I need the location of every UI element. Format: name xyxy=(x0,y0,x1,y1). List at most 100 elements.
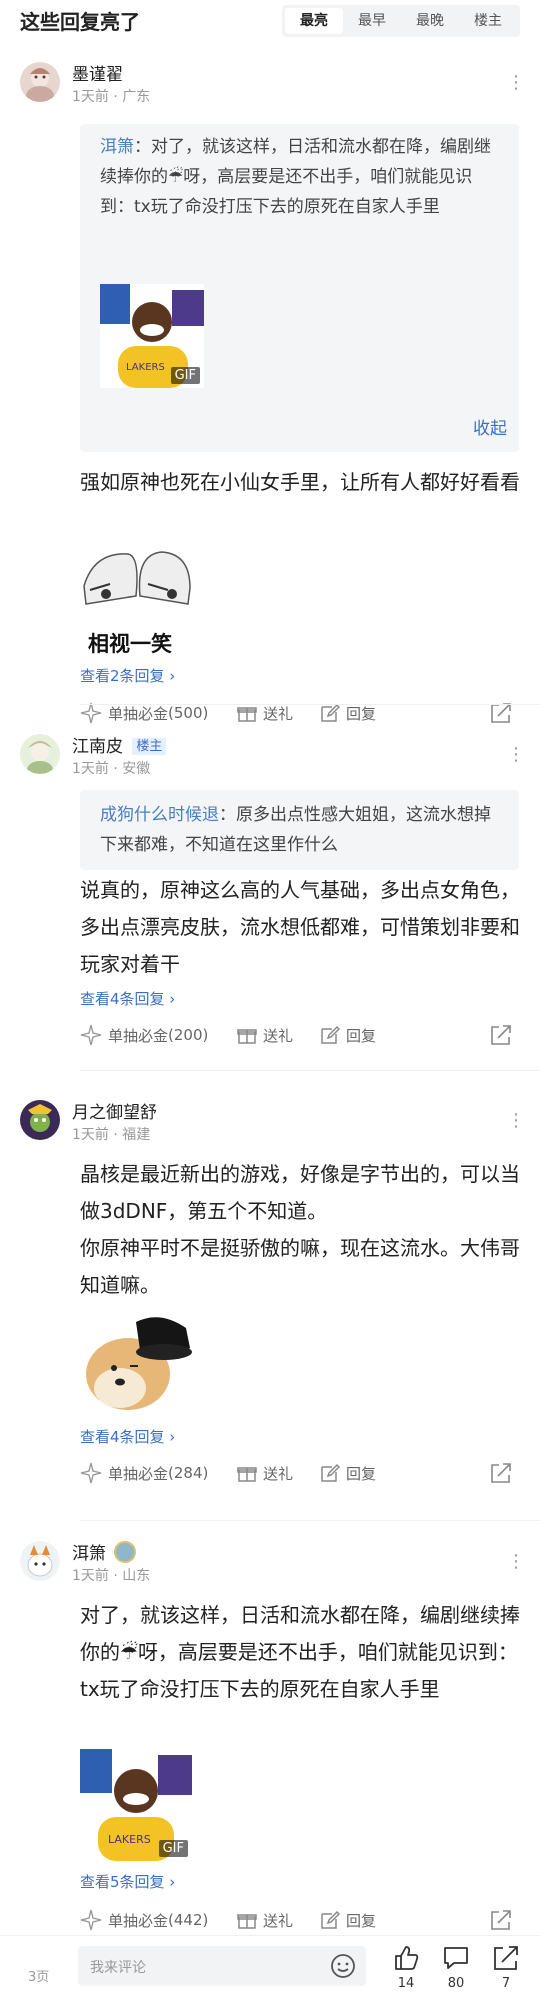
tab-brightest[interactable]: 最亮 xyxy=(285,8,343,34)
gold-label: 单抽必金 xyxy=(108,1464,169,1483)
gift-button[interactable]: 送礼 xyxy=(237,1907,293,1933)
username-text[interactable]: 洱箫 xyxy=(72,1544,106,1564)
page-indicator[interactable]: 3页 xyxy=(28,1966,49,1985)
like-count: 14 xyxy=(397,1976,415,1991)
gift-button[interactable]: 送礼 xyxy=(237,1460,293,1486)
view-replies-link[interactable]: 查看2条回复 › xyxy=(80,665,175,686)
comment-meta: 1天前 · 广东 xyxy=(72,86,150,106)
tab-latest[interactable]: 最晚 xyxy=(401,8,459,34)
meta-separator: · xyxy=(113,1127,123,1143)
edit-icon xyxy=(321,1910,340,1929)
comment-input-placeholder: 我来评论 xyxy=(90,1960,146,1976)
meta-separator: · xyxy=(113,89,123,105)
gift-label: 送礼 xyxy=(263,1464,294,1483)
comment-time: 1天前 xyxy=(72,761,109,777)
reply-button[interactable]: 回复 xyxy=(320,1907,376,1933)
quoted-reply[interactable]: 洱箫：对了，就该这样，日活和流水都在降，编剧继续捧你的☔呀，高层要是还不出手，咱… xyxy=(80,124,519,452)
quote-separator: ： xyxy=(134,137,151,157)
gift-label: 送礼 xyxy=(263,1026,294,1045)
tab-op-only[interactable]: 楼主 xyxy=(459,8,517,34)
comments-button[interactable]: 80 xyxy=(438,1944,474,1991)
lebron-gif-sticker[interactable]: LAKERS GIF xyxy=(100,284,204,388)
quote-author[interactable]: 洱箫 xyxy=(100,137,134,157)
share-button[interactable] xyxy=(490,1907,518,1933)
comment-meta: 1天前 · 山东 xyxy=(72,1565,150,1585)
comment-time: 1天前 xyxy=(72,89,109,105)
edit-icon xyxy=(321,1463,340,1482)
gold-draw-button[interactable]: 单抽必金 (442) xyxy=(80,1907,208,1933)
doge-hat-sticker[interactable] xyxy=(80,1308,194,1414)
more-options-icon[interactable]: ⋮ xyxy=(507,744,525,765)
gold-count: (442) xyxy=(168,1911,209,1929)
comment-2: 江南皮 楼主 1天前 · 安徽 ⋮ 成狗什么时候退：原多出点性感大姐姐，这流水想… xyxy=(0,716,540,1056)
avatar[interactable] xyxy=(20,734,60,774)
gold-draw-button[interactable]: 单抽必金 (200) xyxy=(80,1022,208,1048)
view-replies-link[interactable]: 查看4条回复 › xyxy=(80,988,175,1009)
umbrella-emoji-icon: ☔ xyxy=(168,167,184,187)
share-button[interactable] xyxy=(490,1022,518,1048)
reply-label: 回复 xyxy=(346,1911,377,1930)
gif-badge: GIF xyxy=(170,367,200,384)
share-count: 7 xyxy=(501,1976,511,1991)
share-icon xyxy=(491,1463,511,1483)
share-post-button[interactable]: 7 xyxy=(488,1944,524,1991)
svg-text:LAKERS: LAKERS xyxy=(108,1833,151,1846)
header: 这些回复亮了 最亮 最早 最晚 楼主 xyxy=(0,0,540,44)
divider xyxy=(80,1520,540,1521)
quote-text: 成狗什么时候退：原多出点性感大姐姐，这流水想掉下来都难，不知道在这里作什么 xyxy=(100,800,499,860)
quoted-reply[interactable]: 成狗什么时候退：原多出点性感大姐姐，这流水想掉下来都难，不知道在这里作什么 xyxy=(80,790,519,870)
comment-1: 墨谨翟 1天前 · 广东 ⋮ 洱箫：对了，就该这样，日活和流水都在降，编剧继续捧… xyxy=(0,44,540,724)
more-options-icon[interactable]: ⋮ xyxy=(507,1110,525,1131)
sticker-mutual-smile[interactable]: 相视一笑 xyxy=(80,546,194,656)
comment-paragraph-1: 晶核是最近新出的游戏，好像是字节出的，可以当做3dDNF，第五个不知道。 xyxy=(80,1162,520,1223)
view-replies-link[interactable]: 查看4条回复 › xyxy=(80,1426,175,1447)
bottom-bar: 3页 我来评论 14 80 7 xyxy=(0,1935,540,1997)
more-options-icon[interactable]: ⋮ xyxy=(507,1551,525,1572)
reply-button[interactable]: 回复 xyxy=(320,1460,376,1486)
gold-count: (284) xyxy=(168,1464,209,1482)
quote-author[interactable]: 成狗什么时候退 xyxy=(100,805,219,825)
lebron-gif-sticker[interactable]: LAKERS GIF xyxy=(80,1749,192,1861)
comment-location: 广东 xyxy=(122,89,151,105)
tab-earliest[interactable]: 最早 xyxy=(343,8,401,34)
view-replies-link[interactable]: 查看5条回复 › xyxy=(80,1871,175,1892)
reply-button[interactable]: 回复 xyxy=(320,1022,376,1048)
divider xyxy=(80,704,540,705)
comment-time: 1天前 xyxy=(72,1568,109,1584)
share-button[interactable] xyxy=(490,1460,518,1486)
svg-text:LAKERS: LAKERS xyxy=(126,362,165,373)
collapse-link[interactable]: 收起 xyxy=(473,414,507,439)
comment-text: 说真的，原神这么高的人气基础，多出点女角色，多出点漂亮皮肤，流水想低都难，可惜策… xyxy=(80,878,520,976)
reply-label: 回复 xyxy=(346,1464,377,1483)
avatar[interactable] xyxy=(20,1541,60,1581)
edit-icon xyxy=(321,1025,340,1044)
comment-4: 洱箫 1天前 · 山东 ⋮ 对了，就该这样，日活和流水都在降，编剧继续捧你的☔呀… xyxy=(0,1523,540,1935)
comment-location: 山东 xyxy=(122,1568,151,1584)
share-icon xyxy=(491,1910,511,1930)
comment-actions: 单抽必金 (284) 送礼 回复 xyxy=(80,1460,520,1486)
meta-separator: · xyxy=(113,1568,123,1584)
like-button[interactable]: 14 xyxy=(388,1944,424,1991)
gold-draw-button[interactable]: 单抽必金 (284) xyxy=(80,1460,208,1486)
gift-icon xyxy=(237,1467,257,1482)
comment-location: 安徽 xyxy=(122,761,151,777)
comment-actions: 单抽必金 (442) 送礼 回复 xyxy=(80,1907,520,1933)
sparkle-icon xyxy=(80,1909,102,1931)
comment-meta: 1天前 · 福建 xyxy=(72,1124,150,1144)
username-text[interactable]: 江南皮 xyxy=(72,737,123,757)
comment-text: 晶核是最近新出的游戏，好像是字节出的，可以当做3dDNF，第五个不知道。 你原神… xyxy=(80,1156,520,1304)
more-options-icon[interactable]: ⋮ xyxy=(507,72,525,93)
comment-text: 对了，就该这样，日活和流水都在降，编剧继续捧你的☔呀，高层要是还不出手，咱们就能… xyxy=(80,1597,520,1708)
comment-bubble-icon xyxy=(444,1947,468,1969)
emoji-button[interactable] xyxy=(330,1953,356,1983)
gift-button[interactable]: 送礼 xyxy=(237,1022,293,1048)
avatar[interactable] xyxy=(20,1100,60,1140)
smiley-icon xyxy=(331,1954,355,1978)
username[interactable]: 墨谨翟 xyxy=(72,60,123,85)
quote-text: 洱箫：对了，就该这样，日活和流水都在降，编剧继续捧你的☔呀，高层要是还不出手，咱… xyxy=(100,132,499,222)
avatar[interactable] xyxy=(20,62,60,102)
username[interactable]: 月之御望舒 xyxy=(72,1098,157,1123)
comment-actions: 单抽必金 (200) 送礼 回复 xyxy=(80,1022,520,1048)
sparkle-icon xyxy=(80,1462,102,1484)
comment-input[interactable]: 我来评论 xyxy=(78,1946,366,1986)
